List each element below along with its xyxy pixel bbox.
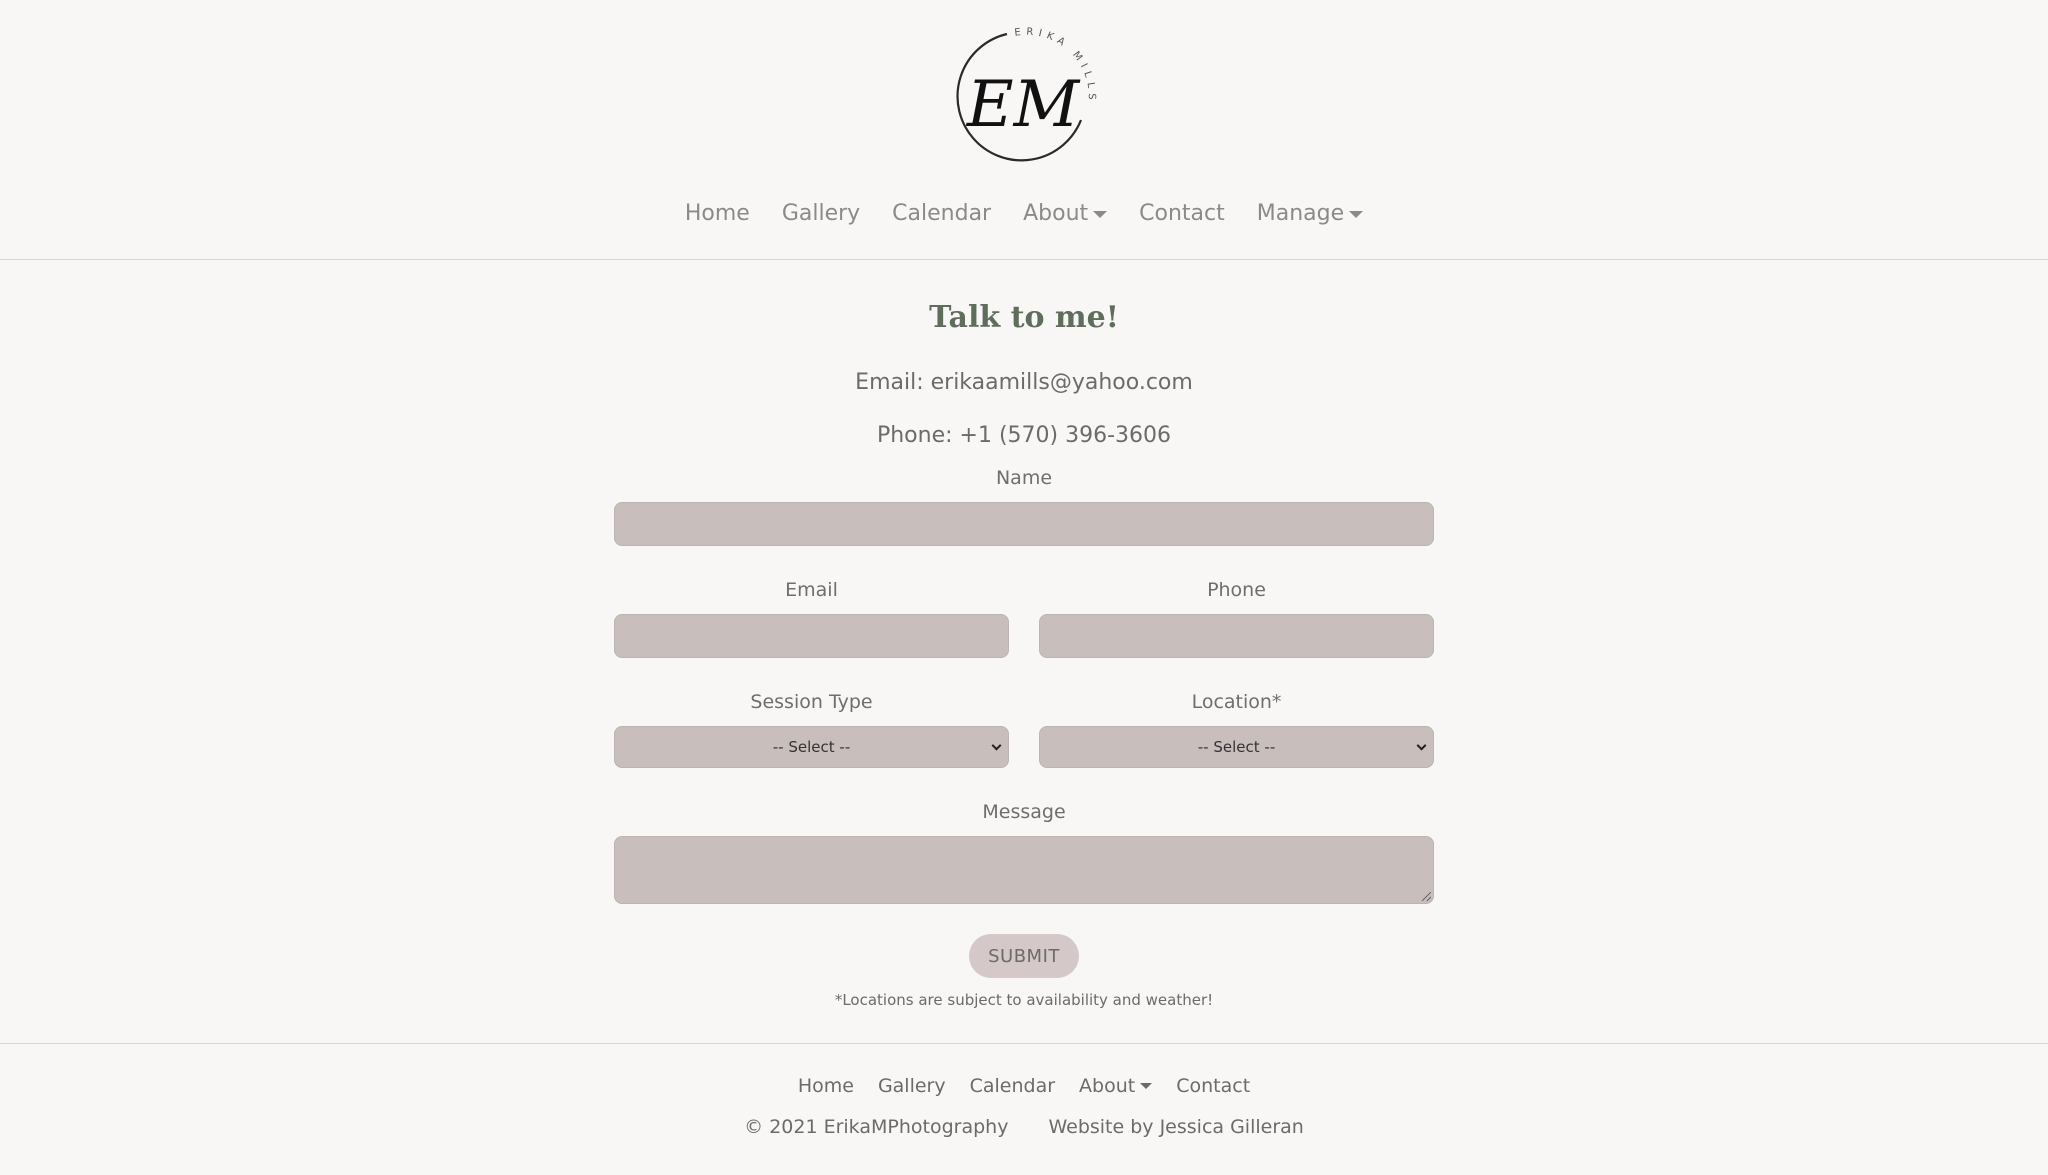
session-type-label: Session Type <box>750 691 873 713</box>
name-input[interactable] <box>614 502 1434 546</box>
nav-label: Home <box>684 201 750 226</box>
main-nav: Home Gallery Calendar About Contact Mana… <box>0 194 2048 234</box>
nav-label: Gallery <box>781 201 861 226</box>
phone-label: Phone <box>1207 579 1266 601</box>
location-label: Location* <box>1191 691 1282 713</box>
contact-phone: Phone: +1 (570) 396-3606 <box>876 423 1172 448</box>
submit-button[interactable]: SUBMIT <box>969 934 1079 978</box>
page-title: Talk to me! <box>929 300 1119 335</box>
logo-monogram: EM <box>966 68 1081 142</box>
select-value: -- Select -- <box>772 738 851 756</box>
copyright-text: © 2021 ErikaMPhotography <box>744 1116 1009 1138</box>
caret-down-icon <box>1093 210 1108 218</box>
footer-item-about[interactable]: About <box>1079 1075 1153 1097</box>
contact-section: Talk to me! Email: erikaamills@yahoo.com… <box>0 260 2048 1043</box>
caret-down-icon <box>1349 210 1364 218</box>
caret-down-icon <box>1140 1083 1153 1089</box>
footer-label: About <box>1079 1075 1136 1097</box>
nav-item-calendar[interactable]: Calendar <box>892 194 991 234</box>
select-value: -- Select -- <box>1197 738 1276 756</box>
resize-handle-icon[interactable] <box>1422 892 1431 901</box>
logo[interactable]: ERIKA MILLS EM <box>949 22 1097 170</box>
footer-label: Home <box>797 1075 854 1097</box>
location-select[interactable]: -- Select -- <box>1039 726 1434 768</box>
footer-nav: Home Gallery Calendar About Contact <box>0 1066 2048 1106</box>
nav-label: About <box>1023 201 1089 226</box>
credit-link[interactable]: Website by Jessica Gilleran <box>1048 1116 1303 1138</box>
email-label: Email <box>785 579 838 601</box>
footer-bottom: © 2021 ErikaMPhotography Website by Jess… <box>0 1116 2048 1138</box>
message-label: Message <box>982 801 1066 823</box>
footer-label: Calendar <box>969 1075 1056 1097</box>
name-label: Name <box>995 467 1053 489</box>
logo-icon: ERIKA MILLS EM <box>956 27 1092 162</box>
footer-item-home[interactable]: Home <box>798 1075 854 1097</box>
nav-item-manage[interactable]: Manage <box>1256 194 1364 234</box>
site-header: ERIKA MILLS EM Home Gallery Calendar Abo… <box>0 0 2048 260</box>
disclaimer-note: *Locations are subject to availability a… <box>834 991 1214 1009</box>
message-textarea[interactable] <box>614 836 1434 904</box>
contact-email: Email: erikaamills@yahoo.com <box>855 370 1193 395</box>
nav-label: Calendar <box>892 201 992 226</box>
session-type-select[interactable]: -- Select -- <box>614 726 1009 768</box>
nav-item-about[interactable]: About <box>1023 194 1108 234</box>
footer-item-contact[interactable]: Contact <box>1176 1075 1250 1097</box>
footer-label: Gallery <box>877 1075 946 1097</box>
chevron-down-icon <box>991 740 1002 751</box>
phone-input[interactable] <box>1039 614 1434 658</box>
footer-item-calendar[interactable]: Calendar <box>970 1075 1055 1097</box>
nav-label: Manage <box>1256 201 1345 226</box>
nav-item-gallery[interactable]: Gallery <box>782 194 860 234</box>
site-footer: Home Gallery Calendar About Contact © 20… <box>0 1043 2048 1175</box>
email-input[interactable] <box>614 614 1009 658</box>
footer-item-gallery[interactable]: Gallery <box>878 1075 946 1097</box>
nav-item-home[interactable]: Home <box>685 194 750 234</box>
nav-label: Contact <box>1139 201 1225 226</box>
footer-label: Contact <box>1176 1075 1251 1097</box>
nav-item-contact[interactable]: Contact <box>1139 194 1225 234</box>
chevron-down-icon <box>1416 740 1427 751</box>
